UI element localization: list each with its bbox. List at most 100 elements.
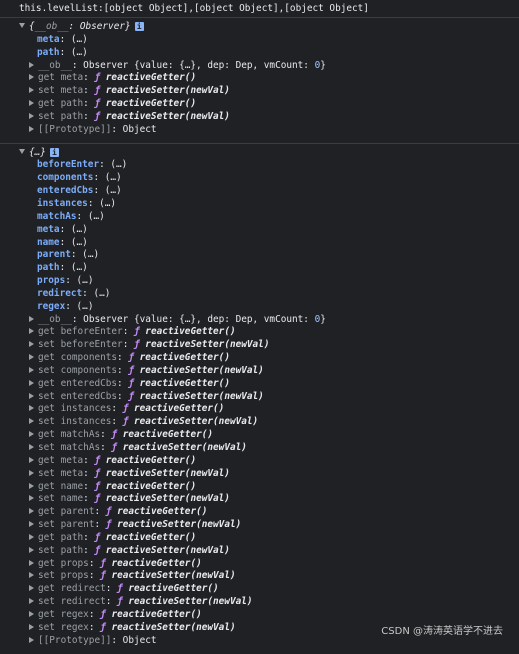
info-icon[interactable]: i [49,147,59,157]
collapsed-arrow-icon[interactable] [29,354,34,361]
property-row[interactable]: enteredCbs: (…) [0,185,519,198]
collapsed-arrow-icon[interactable] [29,456,34,463]
accessor-row[interactable]: get props: ƒ reactiveGetter() [0,558,519,571]
accessor-row[interactable]: set components: ƒ reactiveSetter(newVal) [0,365,519,378]
collapsed-arrow-icon[interactable] [29,521,34,528]
collapsed-arrow-icon[interactable] [29,341,34,348]
accessor-row[interactable]: set instances: ƒ reactiveSetter(newVal) [0,416,519,429]
lazy-value-button[interactable]: (…) [82,249,99,260]
accessor-row[interactable]: set matchAs: ƒ reactiveSetter(newVal) [0,442,519,455]
property-row[interactable]: props: (…) [0,275,519,288]
property-row[interactable]: name: (…) [0,237,519,250]
accessor-row[interactable]: set path: ƒ reactiveSetter(newVal) [0,111,519,124]
collapsed-arrow-icon[interactable] [29,610,34,617]
collapsed-arrow-icon[interactable] [29,546,34,553]
collapsed-arrow-icon[interactable] [29,328,34,335]
accessor-row[interactable]: get path: ƒ reactiveGetter() [0,532,519,545]
collapsed-arrow-icon[interactable] [29,366,34,373]
accessor-row[interactable]: set props: ƒ reactiveSetter(newVal) [0,570,519,583]
collapsed-arrow-icon[interactable] [29,315,34,322]
property-row[interactable]: components: (…) [0,172,519,185]
accessor-row[interactable]: set parent: ƒ reactiveSetter(newVal) [0,519,519,532]
collapsed-arrow-icon[interactable] [29,125,34,132]
collapsed-arrow-icon[interactable] [29,508,34,515]
lazy-value-button[interactable]: (…) [110,159,127,170]
collapsed-arrow-icon[interactable] [29,495,34,502]
lazy-value-button[interactable]: (…) [71,224,88,235]
property-row[interactable]: redirect: (…) [0,288,519,301]
lazy-value-button[interactable]: (…) [77,275,94,286]
lazy-value-button[interactable]: (…) [88,211,105,222]
lazy-value-button[interactable]: (…) [93,288,110,299]
accessor-row[interactable]: get components: ƒ reactiveGetter() [0,352,519,365]
collapsed-arrow-icon[interactable] [29,585,34,592]
collapsed-arrow-icon[interactable] [29,379,34,386]
accessor-row[interactable]: get enteredCbs: ƒ reactiveGetter() [0,378,519,391]
colon: : [105,583,118,595]
lazy-value-button[interactable]: (…) [77,301,94,312]
property-row[interactable]: path: (…) [0,262,519,275]
property-row[interactable]: path: (…) [0,47,519,60]
object-1-header[interactable]: {__ob__: Observer} i [0,21,519,34]
collapsed-arrow-icon[interactable] [29,572,34,579]
expand-arrow-icon[interactable] [19,23,25,28]
accessor-row[interactable]: set redirect: ƒ reactiveSetter(newVal) [0,596,519,609]
collapsed-arrow-icon[interactable] [29,559,34,566]
accessor-row[interactable]: set name: ƒ reactiveSetter(newVal) [0,493,519,506]
accessor-row[interactable]: get beforeEnter: ƒ reactiveGetter() [0,326,519,339]
lazy-value-button[interactable]: (…) [71,262,88,273]
accessor-row[interactable]: get meta: ƒ reactiveGetter() [0,455,519,468]
property-row[interactable]: beforeEnter: (…) [0,159,519,172]
collapsed-arrow-icon[interactable] [29,482,34,489]
collapsed-arrow-icon[interactable] [29,623,34,630]
property-row[interactable]: instances: (…) [0,198,519,211]
collapsed-arrow-icon[interactable] [29,418,34,425]
lazy-value-button[interactable]: (…) [99,198,116,209]
collapsed-arrow-icon[interactable] [29,405,34,412]
lazy-value-button[interactable]: (…) [71,237,88,248]
accessor-row[interactable]: get regex: ƒ reactiveGetter() [0,609,519,622]
prototype-row[interactable]: [[Prototype]]: Object [0,124,519,137]
accessor-row[interactable]: set beforeEnter: ƒ reactiveSetter(newVal… [0,339,519,352]
collapsed-arrow-icon[interactable] [29,74,34,81]
collapsed-arrow-icon[interactable] [29,431,34,438]
lazy-value-button[interactable]: (…) [105,172,122,183]
property-row[interactable]: meta: (…) [0,224,519,237]
accessor-row[interactable]: get meta: ƒ reactiveGetter() [0,72,519,85]
accessor-name: redirect [60,583,106,595]
accessor-row[interactable]: get instances: ƒ reactiveGetter() [0,403,519,416]
accessor-row[interactable]: get name: ƒ reactiveGetter() [0,481,519,494]
collapsed-arrow-icon[interactable] [29,87,34,94]
property-row[interactable]: parent: (…) [0,249,519,262]
accessor-row[interactable]: set meta: ƒ reactiveSetter(newVal) [0,468,519,481]
collapsed-arrow-icon[interactable] [29,636,34,643]
accessor-row[interactable]: set meta: ƒ reactiveSetter(newVal) [0,85,519,98]
collapsed-arrow-icon[interactable] [29,444,34,450]
collapsed-arrow-icon[interactable] [29,533,34,540]
collapsed-arrow-icon[interactable] [29,598,34,605]
collapsed-arrow-icon[interactable] [29,469,34,476]
collapsed-arrow-icon[interactable] [29,392,34,399]
accessor-row[interactable]: set enteredCbs: ƒ reactiveSetter(newVal) [0,391,519,404]
collapsed-arrow-icon[interactable] [29,61,34,68]
accessor-row[interactable]: get path: ƒ reactiveGetter() [0,98,519,111]
expand-arrow-icon[interactable] [19,148,25,154]
accessor-name: parent [60,519,95,531]
info-icon[interactable]: i [134,22,144,31]
collapsed-arrow-icon[interactable] [29,112,34,119]
lazy-value-button[interactable]: (…) [71,34,88,45]
accessor-row[interactable]: get parent: ƒ reactiveGetter() [0,506,519,519]
ob-row[interactable]: __ob__: Observer {value: {…}, dep: Dep, … [0,314,519,327]
property-row[interactable]: meta: (…) [0,34,519,47]
accessor-kind: set [38,467,55,479]
collapsed-arrow-icon[interactable] [29,100,34,107]
accessor-row[interactable]: set path: ƒ reactiveSetter(newVal) [0,545,519,558]
accessor-row[interactable]: get matchAs: ƒ reactiveGetter() [0,429,519,442]
lazy-value-button[interactable]: (…) [71,47,88,58]
property-row[interactable]: regex: (…) [0,301,519,314]
ob-row[interactable]: __ob__: Observer {value: {…}, dep: Dep, … [0,60,519,73]
accessor-row[interactable]: get redirect: ƒ reactiveGetter() [0,583,519,596]
object-2-header[interactable]: {…} i [0,147,519,160]
lazy-value-button[interactable]: (…) [105,185,122,196]
property-row[interactable]: matchAs: (…) [0,211,519,224]
